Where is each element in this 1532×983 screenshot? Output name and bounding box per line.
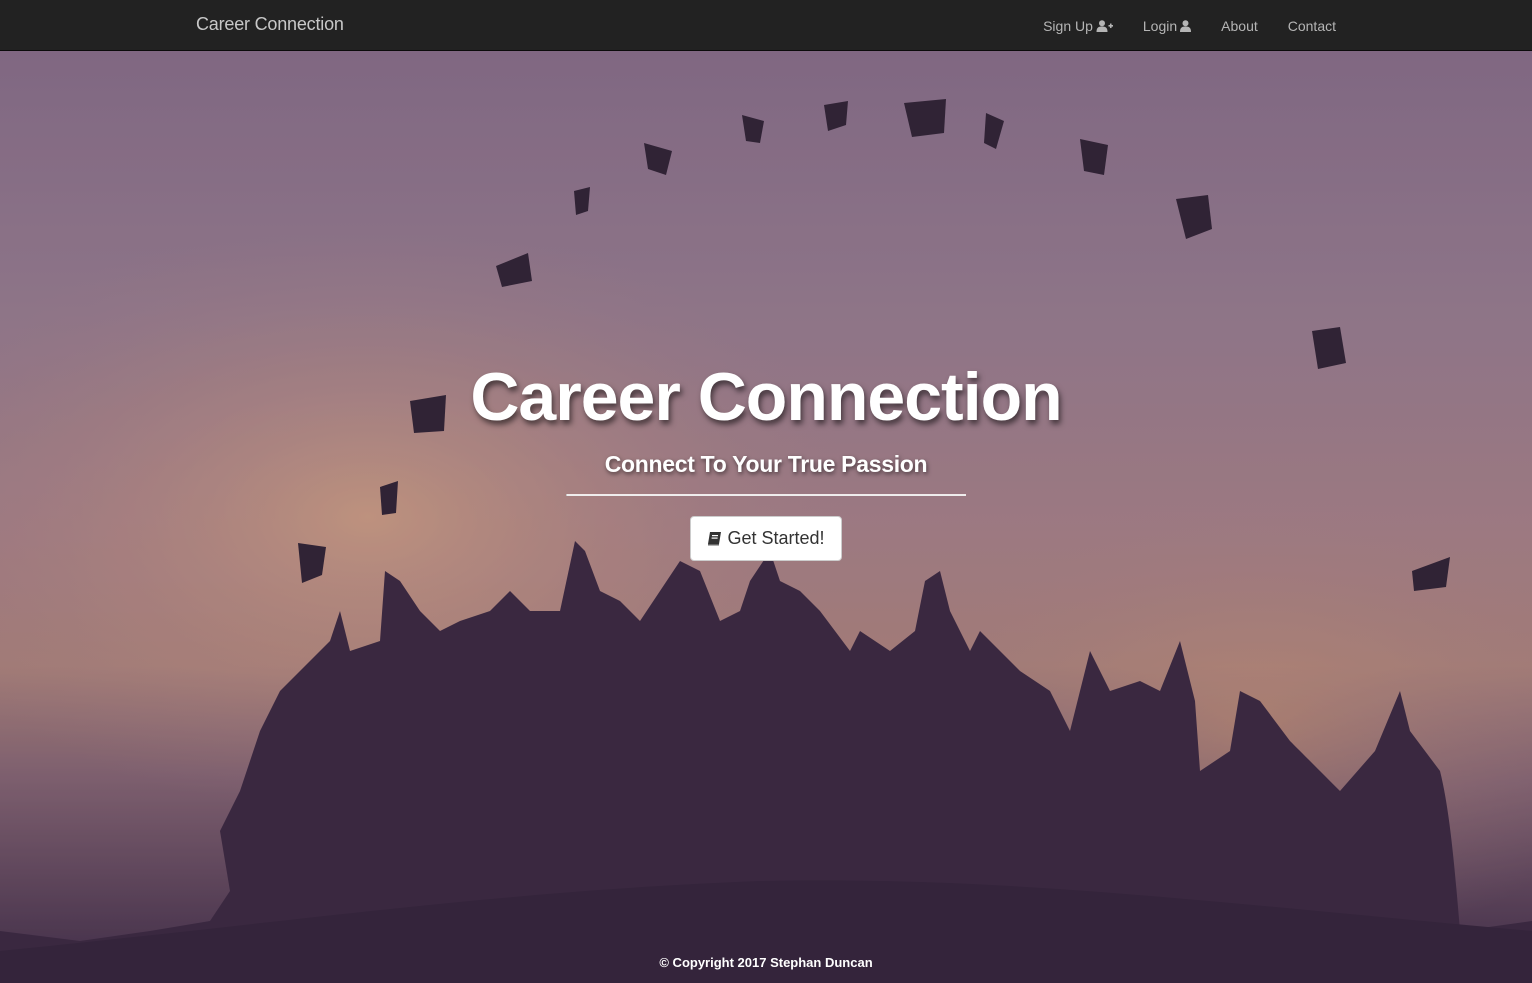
get-started-label: Get Started! (727, 528, 825, 548)
user-plus-icon (1096, 19, 1113, 32)
footer: © Copyright 2017 Stephan Duncan (0, 955, 1532, 970)
nav-item-signup: Sign Up (1043, 18, 1113, 34)
hero-divider (566, 494, 966, 496)
nav-links: Sign Up Login About Contact (1043, 0, 1336, 51)
nav-item-contact: Contact (1288, 18, 1336, 34)
user-icon (1180, 19, 1192, 32)
about-link[interactable]: About (1221, 18, 1258, 34)
signup-label: Sign Up (1043, 17, 1093, 34)
hero-content: Career Connection Connect To Your True P… (0, 359, 1532, 561)
signup-link[interactable]: Sign Up (1043, 18, 1113, 34)
login-link[interactable]: Login (1142, 17, 1192, 34)
contact-link[interactable]: Contact (1288, 18, 1336, 34)
top-navbar: Career Connection Sign Up Login About Co… (0, 0, 1532, 51)
hero-title: Career Connection (470, 359, 1062, 435)
nav-item-about: About (1221, 18, 1258, 34)
login-label: Login (1142, 17, 1178, 34)
brand-link[interactable]: Career Connection (196, 14, 344, 35)
hero-subtitle: Connect To Your True Passion (604, 451, 928, 477)
nav-item-login: Login (1142, 17, 1192, 34)
get-started-button[interactable]: Get Started! (690, 516, 842, 561)
hero-section: Career Connection Connect To Your True P… (0, 51, 1532, 983)
copyright-text: © Copyright 2017 Stephan Duncan (659, 955, 873, 970)
book-icon (708, 532, 722, 546)
